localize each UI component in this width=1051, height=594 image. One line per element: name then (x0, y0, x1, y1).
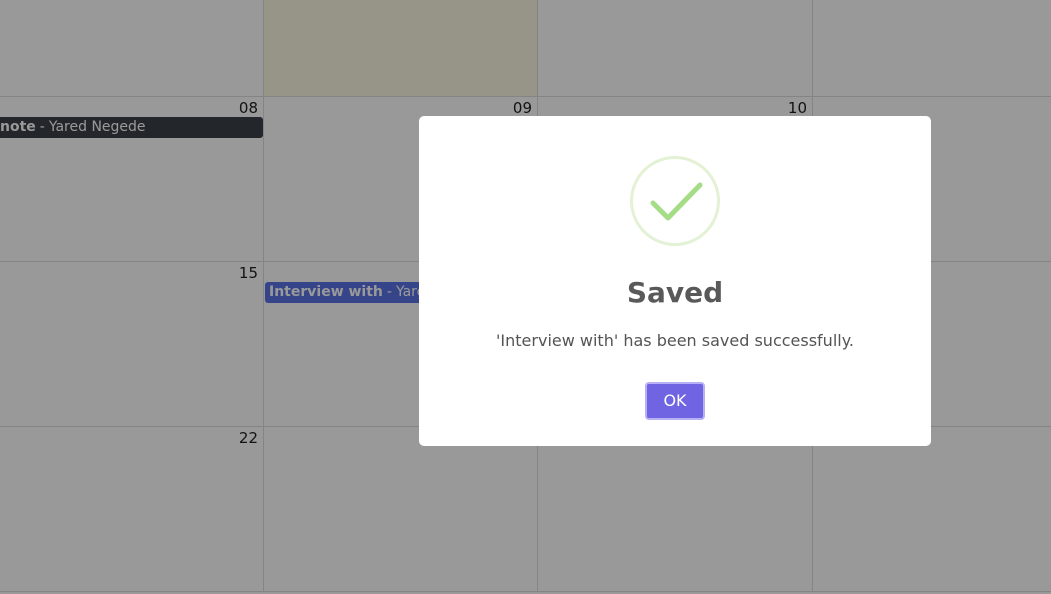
dialog-message: 'Interview with' has been saved successf… (496, 331, 854, 350)
ok-button[interactable]: OK (645, 382, 705, 420)
success-check-icon (630, 156, 720, 246)
dialog-title: Saved (626, 276, 724, 309)
success-dialog: Saved 'Interview with' has been saved su… (419, 116, 931, 446)
